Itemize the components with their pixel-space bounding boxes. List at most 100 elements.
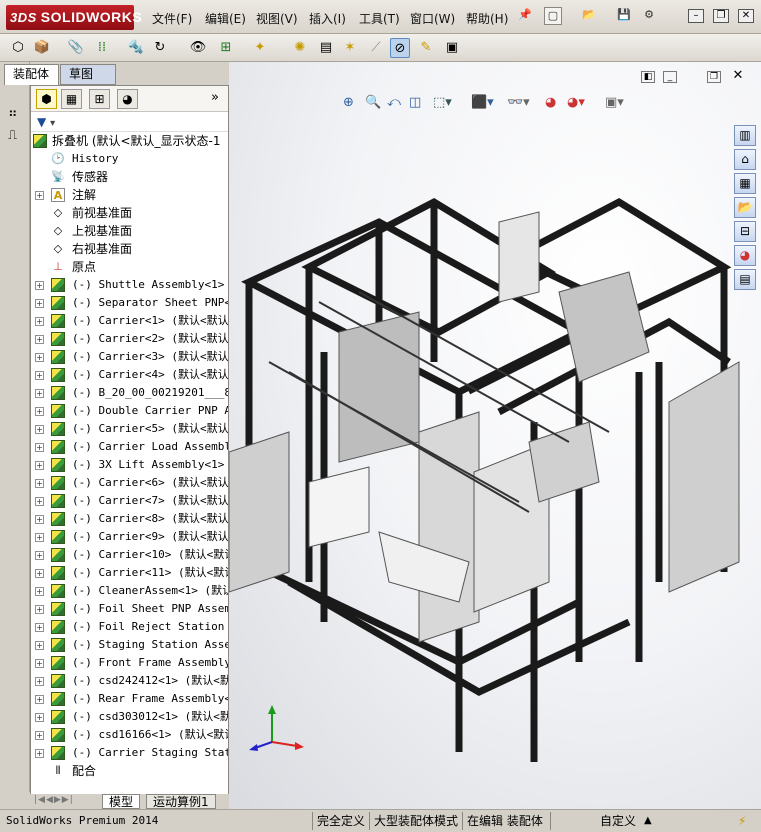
- tree-item[interactable]: + (-) Front Frame Assembly<1: [31, 654, 228, 672]
- dimension-icon[interactable]: ⎍: [8, 128, 17, 143]
- assembly-features-icon[interactable]: ⊞: [216, 38, 236, 58]
- assembly-model-render[interactable]: [229, 62, 761, 809]
- expand-toggle-icon[interactable]: +: [35, 371, 44, 380]
- tree-item[interactable]: + (-) Staging Station Assemb: [31, 636, 228, 654]
- close-button[interactable]: ✕: [738, 9, 754, 23]
- expand-toggle-icon[interactable]: +: [35, 461, 44, 470]
- tree-item[interactable]: + (-) Rear Frame Assembly<1>: [31, 690, 228, 708]
- expand-toggle-icon[interactable]: +: [35, 515, 44, 524]
- tree-item[interactable]: ⫴ 配合: [31, 762, 228, 780]
- restore-button[interactable]: ❐: [713, 9, 729, 23]
- tree-item[interactable]: 📡 传感器: [31, 168, 228, 186]
- interference-detection-icon[interactable]: ⊘: [390, 38, 410, 58]
- menu-help[interactable]: 帮助(H): [466, 10, 508, 28]
- tree-item[interactable]: + (-) Carrier Load Assembly<: [31, 438, 228, 456]
- configuration-manager-tab-icon[interactable]: ⊞: [89, 89, 110, 109]
- expand-toggle-icon[interactable]: +: [35, 659, 44, 668]
- expand-toggle-icon[interactable]: +: [35, 731, 44, 740]
- edit-component-icon[interactable]: ⬡: [8, 38, 28, 58]
- units-dropdown-icon[interactable]: ▲: [640, 812, 656, 830]
- expand-toggle-icon[interactable]: +: [35, 551, 44, 560]
- expand-toggle-icon[interactable]: +: [35, 713, 44, 722]
- display-manager-tab-icon[interactable]: ◕: [117, 89, 138, 109]
- expand-toggle-icon[interactable]: +: [35, 479, 44, 488]
- expand-toggle-icon[interactable]: +: [35, 317, 44, 326]
- new-motion-study-icon[interactable]: ✺: [290, 38, 310, 58]
- instant3d-icon[interactable]: ✎: [416, 38, 436, 58]
- menu-edit[interactable]: 编辑(E): [205, 10, 246, 28]
- graphics-viewport[interactable]: ◧ _ ❐ ✕ ⊕ 🔍 ⤺ ◫ ⬚▾ ⬛▾ 👓▾ ◕ ◕▾ ▣▾: [229, 62, 761, 809]
- file-explorer-icon[interactable]: 📂: [734, 197, 756, 218]
- smart-fasteners-icon[interactable]: 🔩: [126, 38, 146, 58]
- expand-toggle-icon[interactable]: +: [35, 425, 44, 434]
- tab-sketch[interactable]: 草图: [60, 64, 116, 85]
- minimize-button[interactable]: –: [688, 9, 704, 23]
- expand-toggle-icon[interactable]: +: [35, 191, 44, 200]
- feature-manager-tab-icon[interactable]: ⬢: [36, 89, 57, 109]
- expand-toggle-icon[interactable]: +: [35, 353, 44, 362]
- tree-root[interactable]: 拆叠机 (默认<默认_显示状态-1: [31, 132, 228, 150]
- open-folder-icon[interactable]: 📂: [580, 7, 598, 25]
- options-icon[interactable]: ⚙: [640, 7, 658, 25]
- solidworks-logo[interactable]: 3DS SOLIDWORKS: [6, 5, 142, 30]
- tree-item[interactable]: + (-) Carrier<7> (默认<默认_: [31, 492, 228, 510]
- expand-toggle-icon[interactable]: +: [35, 695, 44, 704]
- expand-toggle-icon[interactable]: +: [35, 623, 44, 632]
- expand-toggle-icon[interactable]: +: [35, 641, 44, 650]
- explode-line-icon[interactable]: ⟋: [366, 38, 386, 58]
- appearances-icon[interactable]: ◕: [734, 245, 756, 266]
- save-icon[interactable]: 💾: [615, 7, 633, 25]
- tab-scroll-arrows-icon[interactable]: |◀◀▶▶|: [34, 795, 74, 805]
- expand-toggle-icon[interactable]: +: [35, 605, 44, 614]
- tree-item[interactable]: + (-) csd16166<1> (默认<默认: [31, 726, 228, 744]
- expand-panel-icon[interactable]: »: [211, 90, 219, 105]
- tree-item[interactable]: + (-) Foil Sheet PNP Assembl: [31, 600, 228, 618]
- tree-item[interactable]: + (-) Carrier<5> (默认<默认_: [31, 420, 228, 438]
- expand-toggle-icon[interactable]: +: [35, 299, 44, 308]
- tree-item[interactable]: + (-) B_20_00_00219201___850: [31, 384, 228, 402]
- linear-pattern-icon[interactable]: ⁞⁞: [92, 38, 112, 58]
- expand-toggle-icon[interactable]: +: [35, 335, 44, 344]
- tree-item[interactable]: + (-) Carrier<11> (默认<默认: [31, 564, 228, 582]
- view-palette-icon[interactable]: ⊟: [734, 221, 756, 242]
- tree-item[interactable]: + (-) Carrier<10> (默认<默认: [31, 546, 228, 564]
- status-custom-units[interactable]: 自定义: [550, 812, 640, 830]
- tree-item[interactable]: 🕑 History: [31, 150, 228, 168]
- tree-item[interactable]: + (-) Shuttle Assembly<1> (: [31, 276, 228, 294]
- expand-toggle-icon[interactable]: +: [35, 569, 44, 578]
- expand-toggle-icon[interactable]: +: [35, 443, 44, 452]
- tree-item[interactable]: + (-) csd242412<1> (默认<默: [31, 672, 228, 690]
- insert-component-icon[interactable]: 📦: [32, 38, 52, 58]
- menu-view[interactable]: 视图(V): [256, 10, 298, 28]
- mate-icon[interactable]: 📎: [66, 38, 86, 58]
- tree-item[interactable]: + A 注解: [31, 186, 228, 204]
- new-document-icon[interactable]: ▢: [544, 7, 562, 25]
- speedpak-icon[interactable]: ▣: [442, 38, 462, 58]
- tree-item[interactable]: + (-) Carrier<6> (默认<默认_: [31, 474, 228, 492]
- menu-insert[interactable]: 插入(I): [309, 10, 346, 28]
- menu-file[interactable]: 文件(F): [152, 10, 192, 28]
- filter-icon[interactable]: ▼: [37, 115, 46, 129]
- tree-item[interactable]: + (-) Carrier Staging Statio: [31, 744, 228, 762]
- bill-of-materials-icon[interactable]: ▤: [316, 38, 336, 58]
- tree-item[interactable]: ◇ 前视基准面: [31, 204, 228, 222]
- expand-toggle-icon[interactable]: +: [35, 587, 44, 596]
- tree-item[interactable]: ⊥ 原点: [31, 258, 228, 276]
- tree-item[interactable]: + (-) Carrier<4> (默认<默认_: [31, 366, 228, 384]
- tree-item[interactable]: + (-) Double Carrier PNP Ass: [31, 402, 228, 420]
- tab-model[interactable]: 模型: [102, 794, 141, 809]
- reference-geometry-icon[interactable]: ✦: [250, 38, 270, 58]
- expand-toggle-icon[interactable]: +: [35, 389, 44, 398]
- tree-item[interactable]: ◇ 上视基准面: [31, 222, 228, 240]
- menu-tools[interactable]: 工具(T): [359, 10, 400, 28]
- custom-properties-icon[interactable]: ▤: [734, 269, 756, 290]
- design-library-icon[interactable]: ▦: [734, 173, 756, 194]
- tree-item[interactable]: + (-) Foil Reject Station As: [31, 618, 228, 636]
- tree-item[interactable]: + (-) 3X Lift Assembly<1> (: [31, 456, 228, 474]
- tree-item[interactable]: + (-) csd303012<1> (默认<默: [31, 708, 228, 726]
- home-icon[interactable]: ⌂: [734, 149, 756, 170]
- filter-dropdown-icon[interactable]: ▾: [50, 118, 55, 129]
- tree-item[interactable]: + (-) Carrier<2> (默认<默认_: [31, 330, 228, 348]
- tree-item[interactable]: + (-) Carrier<1> (默认<默认_: [31, 312, 228, 330]
- tab-motion-study[interactable]: 运动算例1: [146, 794, 216, 809]
